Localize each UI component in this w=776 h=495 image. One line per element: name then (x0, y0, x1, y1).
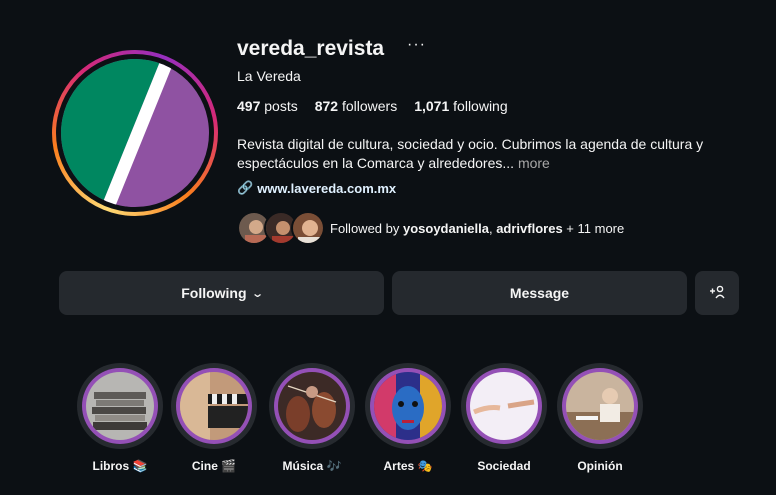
highlight-label: Cine 🎬 (191, 459, 237, 473)
message-button-label: Message (509, 285, 570, 301)
avatar-border (56, 54, 214, 212)
highlight-cover (374, 372, 442, 440)
more-options-icon[interactable]: ··· (407, 36, 426, 54)
highlight-sociedad[interactable]: Sociedad (461, 363, 547, 473)
following-count: 1,071 (414, 98, 450, 114)
mutual-user-1[interactable]: yosoydaniella (403, 221, 489, 236)
highlight-ring (365, 363, 451, 449)
posts-stat: 497 posts (237, 98, 298, 114)
highlight-inner-ring (562, 368, 638, 444)
highlight-artes[interactable]: Artes 🎭 (365, 363, 451, 473)
following-stat[interactable]: 1,071 following (414, 98, 507, 114)
link-icon: 🔗 (237, 180, 254, 195)
avatar-image (61, 59, 209, 207)
profile-full-name: La Vereda (237, 68, 301, 84)
profile-bio: Revista digital de cultura, sociedad y o… (237, 135, 717, 173)
highlight-inner-ring (370, 368, 446, 444)
highlight-cover (86, 372, 154, 440)
highlight-ring (171, 363, 257, 449)
highlight-inner-ring (274, 368, 350, 444)
following-button[interactable]: Following ⌄ (59, 271, 384, 315)
followers-stat[interactable]: 872 followers (315, 98, 398, 114)
message-button[interactable]: Message (392, 271, 687, 315)
highlight-opinion[interactable]: Opinión (557, 363, 643, 473)
highlight-ring (77, 363, 163, 449)
following-button-label: Following (181, 285, 247, 301)
profile-link-url[interactable]: www.lavereda.com.mx (257, 181, 396, 196)
add-user-button[interactable] (695, 271, 739, 315)
posts-label: posts (264, 98, 298, 114)
mutual-user-2[interactable]: adrivflores (496, 221, 562, 236)
highlight-musica[interactable]: Música 🎶 (269, 363, 355, 473)
bio-text: Revista digital de cultura, sociedad y o… (237, 136, 704, 171)
highlight-ring (461, 363, 547, 449)
highlight-cine[interactable]: Cine 🎬 (171, 363, 257, 473)
highlight-inner-ring (176, 368, 252, 444)
highlight-inner-ring (466, 368, 542, 444)
highlight-label: Sociedad (477, 459, 531, 473)
highlight-label: Libros 📚 (92, 459, 148, 473)
highlight-cover (470, 372, 538, 440)
highlight-ring (557, 363, 643, 449)
followed-by[interactable]: Followed by yosoydaniella, adrivflores +… (237, 211, 624, 245)
highlight-ring (269, 363, 355, 449)
add-user-icon (709, 285, 725, 302)
highlight-libros[interactable]: Libros 📚 (77, 363, 163, 473)
followed-by-text[interactable]: Followed by yosoydaniella, adrivflores +… (330, 221, 624, 236)
profile-link[interactable]: 🔗 www.lavereda.com.mx (237, 180, 396, 196)
highlight-cover (566, 372, 634, 440)
posts-count: 497 (237, 98, 261, 114)
followed-by-prefix: Followed by (330, 220, 403, 236)
highlight-cover (278, 372, 346, 440)
highlight-label: Artes 🎭 (383, 459, 433, 473)
following-label: following (453, 98, 508, 114)
highlight-label: Música 🎶 (282, 459, 342, 473)
profile-username: vereda_revista (237, 37, 385, 60)
followers-count: 872 (314, 98, 339, 114)
chevron-down-icon: ⌄ (250, 287, 264, 300)
mutual-avatar (291, 211, 325, 245)
bio-more-link[interactable]: more (518, 155, 550, 171)
profile-stats: 497 posts 872 followers 1,071 following (237, 98, 508, 114)
profile-avatar[interactable] (52, 50, 218, 216)
followers-label: followers (341, 98, 398, 114)
highlight-inner-ring (82, 368, 158, 444)
mutual-avatars (237, 211, 325, 245)
highlight-cover (180, 372, 248, 440)
followed-by-suffix: + 11 more (562, 220, 625, 236)
highlight-label: Opinión (577, 459, 623, 473)
